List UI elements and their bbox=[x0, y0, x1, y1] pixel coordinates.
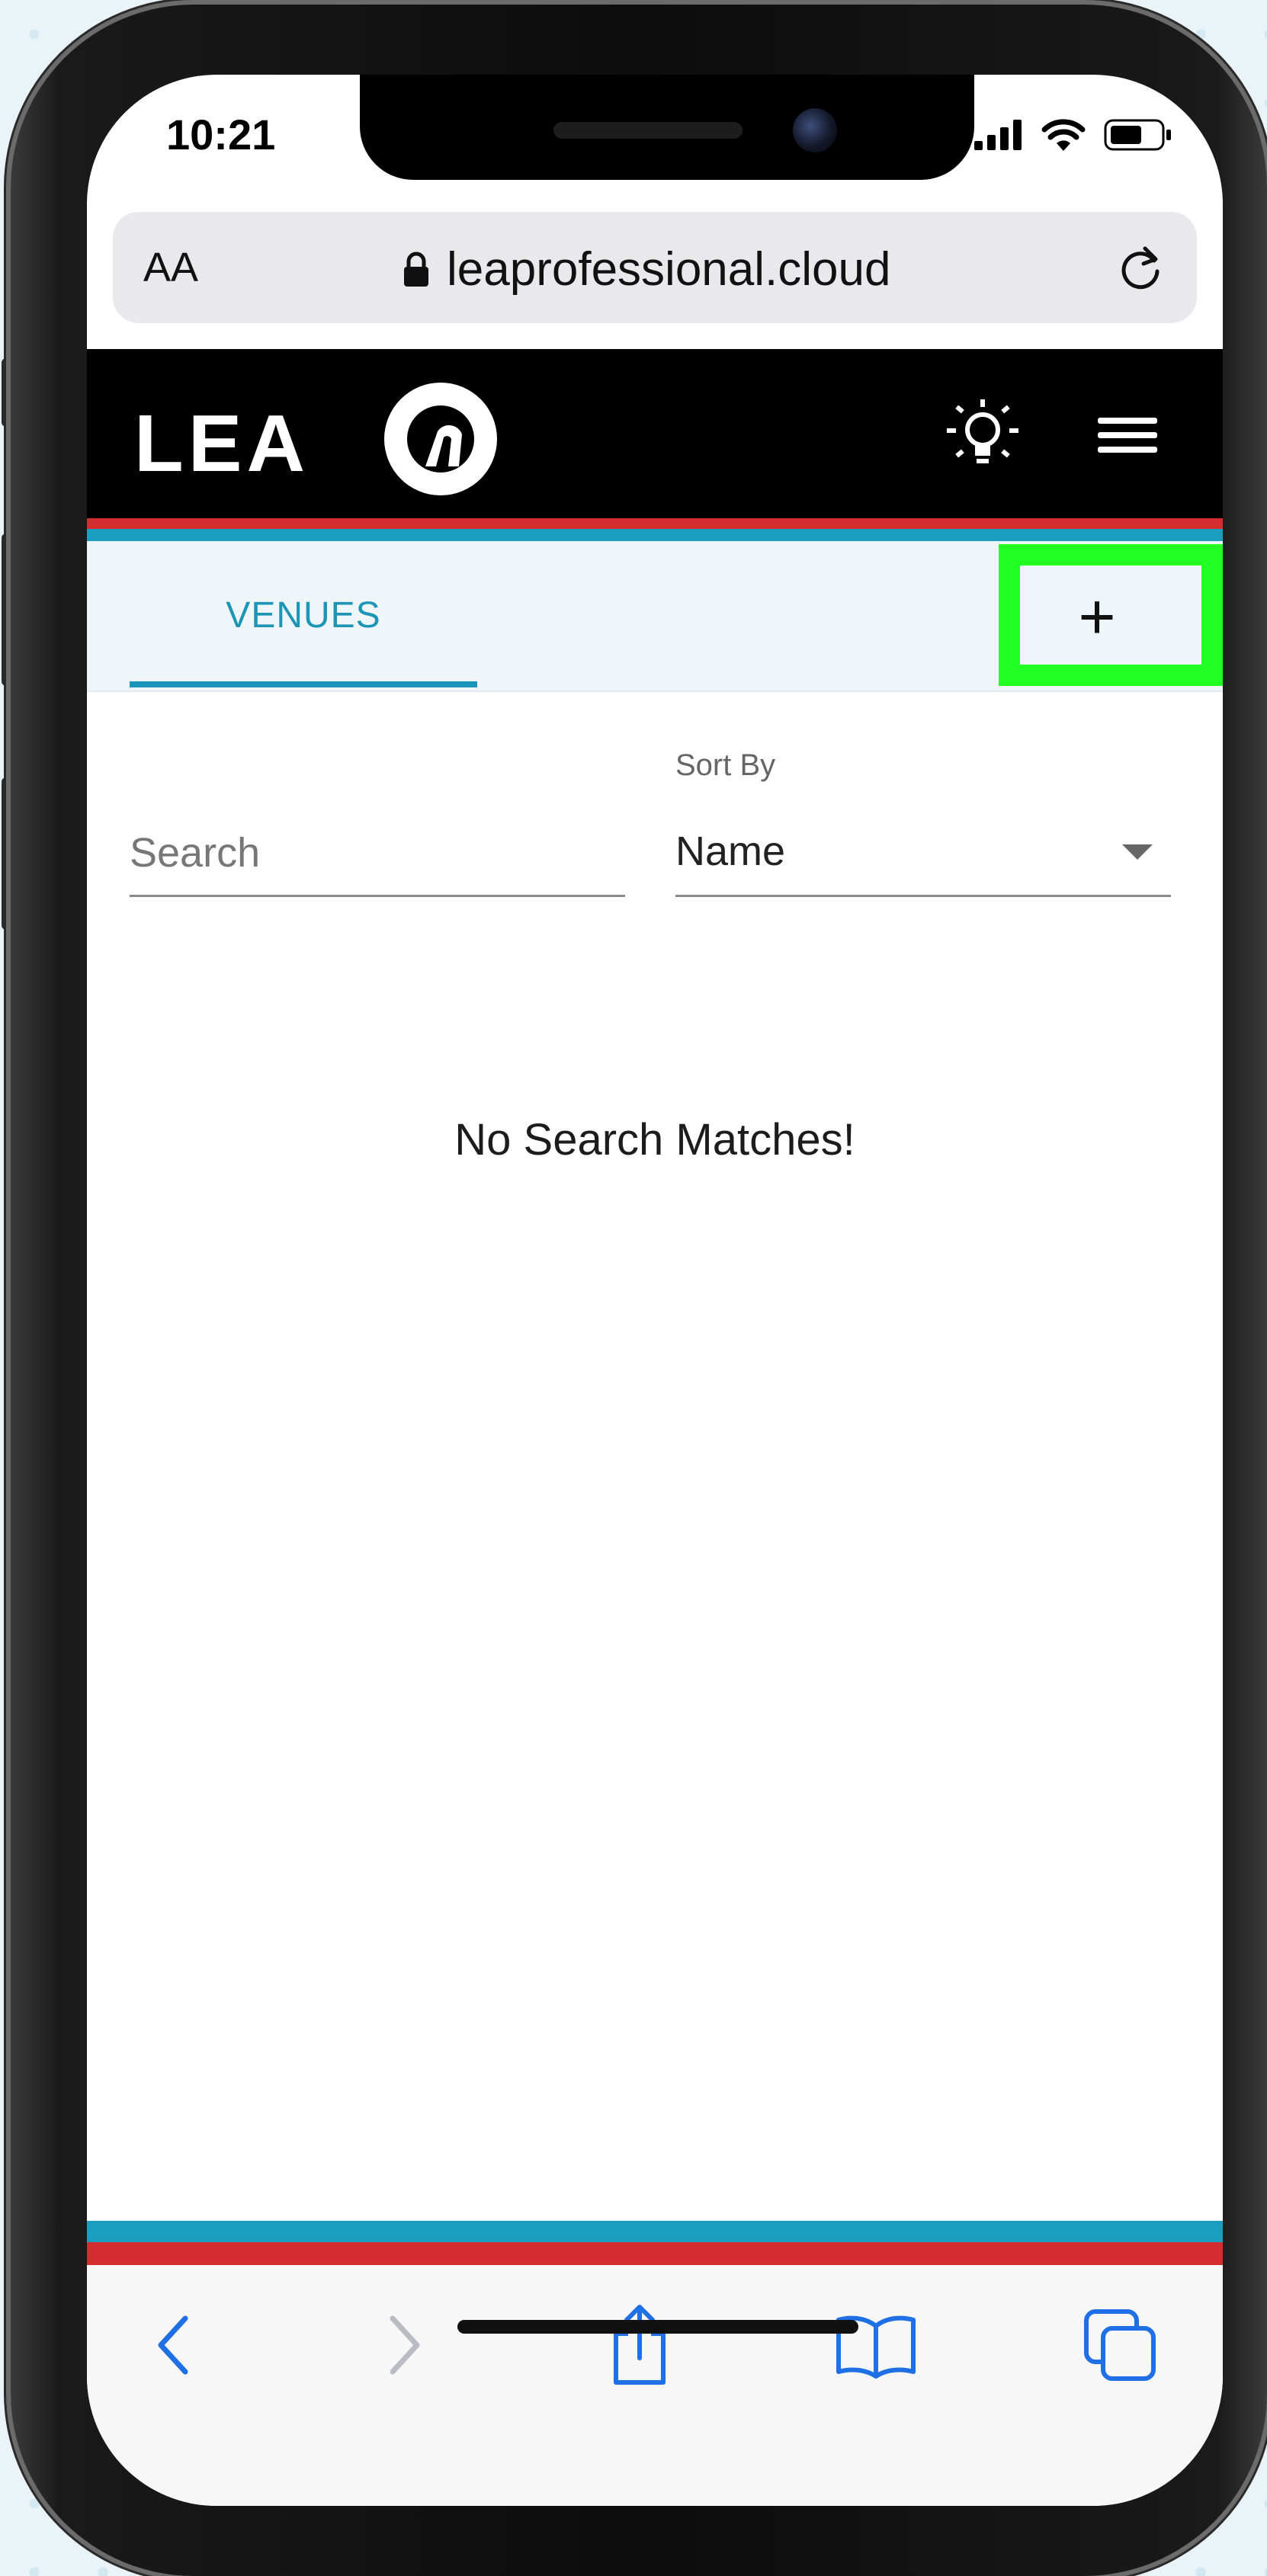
wifi-icon bbox=[1041, 119, 1086, 151]
url-text: leaprofessional.cloud bbox=[447, 243, 891, 296]
text-size-button[interactable]: AA bbox=[143, 244, 198, 291]
phone-screen: 10:21 AA leaprofessional.cloud LEA VENUE… bbox=[87, 75, 1223, 2506]
site-header: LEA bbox=[87, 349, 1223, 518]
search-input[interactable] bbox=[130, 811, 625, 895]
footer-stripe-red bbox=[87, 2242, 1223, 2265]
sort-select[interactable]: Name bbox=[675, 811, 1171, 897]
share-icon bbox=[614, 2305, 666, 2385]
phone-frame: 10:21 AA leaprofessional.cloud LEA VENUE… bbox=[11, 5, 1267, 2576]
share-button[interactable] bbox=[598, 2303, 682, 2387]
forward-button[interactable] bbox=[361, 2303, 445, 2387]
sort-by-label: Sort By bbox=[675, 748, 776, 782]
reload-icon[interactable] bbox=[1110, 238, 1171, 299]
notch bbox=[360, 75, 974, 180]
footer-stripe-blue bbox=[87, 2221, 1223, 2242]
status-icons bbox=[974, 119, 1172, 151]
header-stripe-red bbox=[87, 518, 1223, 529]
lock-icon bbox=[404, 252, 428, 287]
tab-venues[interactable]: VENUES bbox=[130, 541, 477, 690]
front-camera bbox=[793, 108, 837, 152]
lea-logo-icon[interactable] bbox=[383, 381, 499, 497]
hamburger-menu-icon[interactable] bbox=[1093, 401, 1162, 469]
dropdown-arrow-icon bbox=[1122, 844, 1153, 860]
battery-icon bbox=[1104, 119, 1171, 151]
empty-state-message: No Search Matches! bbox=[454, 1115, 855, 1165]
chevron-right-icon bbox=[390, 2315, 420, 2375]
header-stripe-blue bbox=[87, 529, 1223, 541]
lightbulb-icon[interactable] bbox=[941, 393, 1025, 477]
url-display[interactable]: leaprofessional.cloud bbox=[403, 242, 891, 296]
tabs-icon bbox=[1084, 2309, 1156, 2381]
highlight-box bbox=[999, 544, 1223, 686]
address-bar[interactable]: AA leaprofessional.cloud bbox=[113, 212, 1197, 323]
chevron-left-icon bbox=[158, 2315, 188, 2375]
sort-selected-value: Name bbox=[675, 828, 786, 874]
logo-text[interactable]: LEA bbox=[134, 398, 310, 490]
tabs-button[interactable] bbox=[1078, 2303, 1162, 2387]
bookmarks-button[interactable] bbox=[834, 2303, 918, 2387]
browser-toolbar bbox=[87, 2265, 1223, 2506]
speaker-grille bbox=[553, 122, 743, 139]
active-tab-indicator bbox=[130, 681, 477, 687]
search-field[interactable] bbox=[130, 811, 625, 897]
home-indicator[interactable] bbox=[457, 2320, 858, 2334]
signal-icon bbox=[974, 120, 1022, 150]
back-button[interactable] bbox=[133, 2303, 217, 2387]
status-time: 10:21 bbox=[166, 111, 276, 159]
